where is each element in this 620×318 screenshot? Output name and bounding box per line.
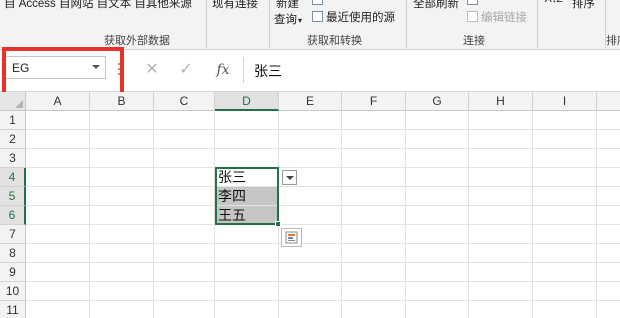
gridline <box>405 111 406 318</box>
quick-analysis-button[interactable] <box>281 228 302 247</box>
gridline <box>26 224 620 225</box>
gridline <box>26 129 620 130</box>
select-all-button[interactable] <box>0 92 26 111</box>
edit-links-label: 编辑链接 <box>481 12 527 24</box>
gridline <box>153 111 154 318</box>
edit-links-icon <box>467 11 478 22</box>
row-header-7[interactable]: 7 <box>0 225 26 244</box>
sort-az-icon[interactable]: A↓Z <box>545 0 563 5</box>
group-label-connections: 连接 <box>463 35 485 47</box>
row-header-6[interactable]: 6 <box>0 206 26 225</box>
ribbon: 自 Access 自网站 自文本 自其他来源 现有连接 新建 查询▾ 最近使用的… <box>0 0 620 50</box>
edit-links-button[interactable]: 编辑链接 <box>467 9 527 25</box>
recent-sources-label: 最近使用的源 <box>326 12 395 24</box>
column-header-g[interactable]: G <box>406 92 469 111</box>
cancel-icon[interactable]: ✕ <box>141 59 163 81</box>
group-label-get-transform: 获取和转换 <box>307 35 362 47</box>
gridline <box>89 111 90 318</box>
column-header-b[interactable]: B <box>90 92 154 111</box>
row-header-4[interactable]: 4 <box>0 168 26 187</box>
column-header-j[interactable] <box>597 92 620 111</box>
fill-handle[interactable] <box>275 221 281 227</box>
properties-icon[interactable] <box>467 0 481 7</box>
gridline <box>596 111 597 318</box>
gridline <box>26 186 620 187</box>
chevron-down-icon: ▾ <box>298 16 303 25</box>
formula-input[interactable]: 张三 <box>243 57 620 83</box>
worksheet-grid[interactable]: A B C D E F G H I 1 2 3 4 5 6 7 8 9 10 1… <box>0 92 620 318</box>
ribbon-separator <box>269 0 270 48</box>
ribbon-separator <box>206 0 207 48</box>
gridline <box>341 111 342 318</box>
new-query-button[interactable]: 查询▾ <box>274 11 302 27</box>
gridline <box>468 111 469 318</box>
dropdown-arrow-icon[interactable] <box>282 170 297 185</box>
group-label-external-data: 获取外部数据 <box>104 35 170 47</box>
row-header-3[interactable]: 3 <box>0 149 26 168</box>
row-header-9[interactable]: 9 <box>0 263 26 282</box>
row-header-1[interactable]: 1 <box>0 111 26 130</box>
row-header-2[interactable]: 2 <box>0 130 26 149</box>
column-header-a[interactable]: A <box>26 92 90 111</box>
ribbon-separator <box>406 0 407 48</box>
external-data-buttons[interactable]: 自 Access 自网站 自文本 自其他来源 <box>4 0 192 11</box>
show-queries-icon[interactable] <box>312 0 326 7</box>
column-header-f[interactable]: F <box>342 92 406 111</box>
new-query-label-top[interactable]: 新建 <box>276 0 299 11</box>
recent-sources-button[interactable]: 最近使用的源 <box>312 9 395 25</box>
column-header-d[interactable]: D <box>215 92 279 111</box>
quick-analysis-icon <box>285 231 298 244</box>
name-box-highlight <box>2 47 124 97</box>
gridline <box>26 205 620 206</box>
refresh-all-button[interactable]: 全部刷新 <box>413 0 459 11</box>
insert-function-button[interactable]: fx <box>212 59 234 81</box>
existing-connections-button[interactable]: 现有连接 <box>212 0 258 11</box>
gridline <box>26 300 620 301</box>
column-header-c[interactable]: C <box>154 92 215 111</box>
recent-sources-icon <box>312 11 323 22</box>
gridline <box>26 281 620 282</box>
row-header-8[interactable]: 8 <box>0 244 26 263</box>
gridline <box>532 111 533 318</box>
gridline <box>26 167 620 168</box>
enter-icon[interactable]: ✓ <box>175 59 197 81</box>
column-header-e[interactable]: E <box>279 92 342 111</box>
row-header-10[interactable]: 10 <box>0 282 26 301</box>
sort-button[interactable]: 排序 <box>572 0 595 11</box>
group-label-sort: 排序 <box>606 35 620 47</box>
row-header-5[interactable]: 5 <box>0 187 26 206</box>
new-query-label: 查询 <box>274 14 297 26</box>
row-header-11[interactable]: 11 <box>0 301 26 318</box>
ribbon-separator <box>537 0 538 48</box>
column-header-i[interactable]: I <box>533 92 597 111</box>
gridline <box>26 262 620 263</box>
formula-content: 张三 <box>254 63 282 79</box>
selection-border <box>215 167 279 225</box>
gridline <box>26 148 620 149</box>
gridline <box>26 243 620 244</box>
column-header-h[interactable]: H <box>469 92 533 111</box>
